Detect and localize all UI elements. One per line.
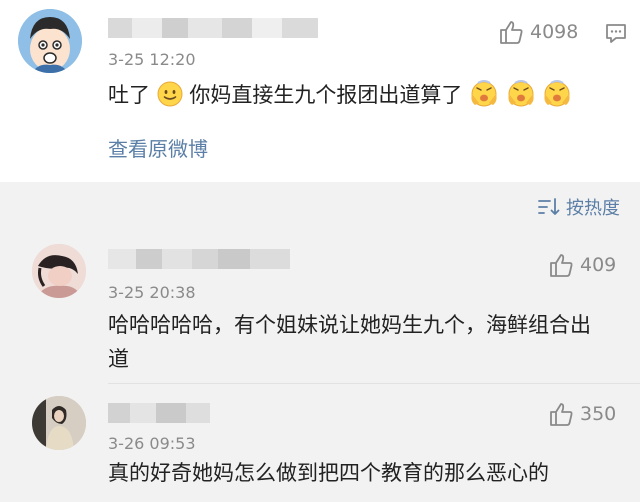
sort-button[interactable]: 按热度 [538, 194, 620, 220]
thumbs-up-icon [550, 254, 573, 277]
reply-avatar[interactable] [32, 396, 86, 450]
sort-icon [538, 198, 560, 215]
comment-text-part-1: 吐了 [108, 83, 150, 107]
cartoon-avatar-icon [18, 9, 82, 73]
reply-timestamp: 3-25 20:38 [108, 283, 196, 302]
reply-like-count: 350 [580, 403, 617, 425]
reply-divider [108, 383, 640, 384]
reply-avatar[interactable] [32, 244, 86, 298]
reply-username-redacted [108, 403, 210, 423]
thumbs-up-icon [500, 21, 523, 44]
comment-timestamp: 3-25 12:20 [108, 50, 196, 69]
thumbs-up-icon [550, 403, 573, 426]
like-count: 4098 [530, 21, 579, 43]
avatar[interactable] [18, 9, 82, 73]
reply-like-button[interactable]: 350 [548, 401, 616, 427]
reply-text: 真的好奇她妈怎么做到把四个教育的那么恶心的 [108, 461, 549, 485]
comment-text-part-2: 你妈直接生九个报团出道算了 [189, 83, 463, 107]
username-redacted [108, 18, 318, 38]
comment-text: 吐了 你妈直接生九个报团出道算了 [108, 78, 572, 112]
comment-icon[interactable] [604, 21, 628, 49]
reply-like-button[interactable]: 409 [548, 252, 616, 278]
reply-timestamp: 3-26 09:53 [108, 434, 196, 453]
speech-bubble-icon [606, 24, 626, 43]
smile-emoji-icon [157, 81, 183, 107]
like-button[interactable]: 4098 [498, 19, 578, 45]
photo-avatar-icon [32, 396, 86, 450]
photo-avatar-icon [32, 244, 86, 298]
reply-username-redacted [108, 249, 290, 269]
fearful-emoji-icon [471, 80, 497, 107]
fearful-emoji-icon [508, 80, 534, 107]
fearful-emoji-icon [544, 80, 571, 107]
sort-label: 按热度 [566, 198, 620, 219]
view-original-link[interactable]: 查看原微博 [108, 133, 208, 162]
reply-text: 哈哈哈哈哈，有个姐妹说让她妈生九个，海鲜组合出道 [108, 313, 591, 371]
reply-like-count: 409 [580, 254, 617, 276]
